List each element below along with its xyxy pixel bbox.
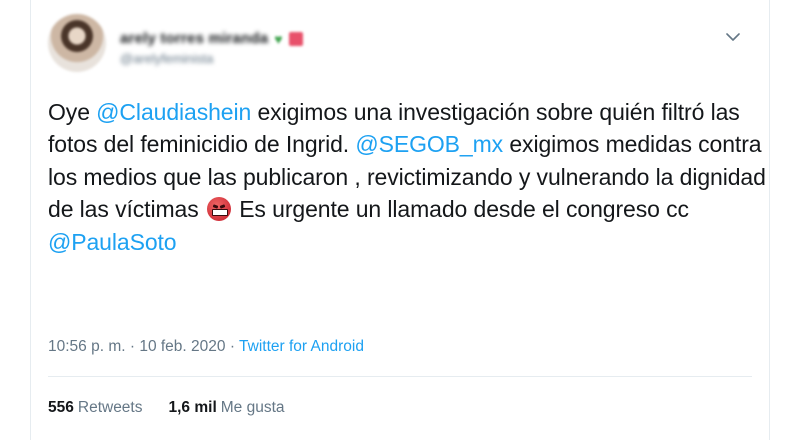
meta-separator: · [225, 338, 240, 355]
tweet-metadata: 10:56 p. m. · 10 feb. 2020 · Twitter for… [48, 338, 364, 356]
tweet-text-segment: Oye [48, 99, 97, 125]
card-border-right [769, 0, 770, 440]
tweet-card: arely torres miranda ♥ @arelyfeminista O… [0, 0, 800, 440]
meta-separator: · [125, 338, 140, 355]
card-border-left [30, 0, 31, 440]
retweets-stat[interactable]: 556 Retweets [48, 399, 143, 417]
angry-face-icon [206, 197, 231, 222]
tweet-date[interactable]: 10 feb. 2020 [139, 338, 225, 355]
green-heart-icon: ♥ [274, 30, 283, 47]
chevron-down-icon[interactable] [724, 28, 742, 46]
avatar[interactable] [48, 14, 106, 72]
divider [48, 376, 752, 377]
likes-stat[interactable]: 1,6 mil Me gusta [169, 399, 285, 417]
mention-link-segob[interactable]: @SEGOB_mx [355, 131, 503, 157]
tweet-source-link[interactable]: Twitter for Android [239, 338, 364, 355]
tweet-text: Oye @Claudiashein exigimos una investiga… [48, 96, 768, 258]
tweet-time[interactable]: 10:56 p. m. [48, 338, 126, 355]
flag-icon [288, 31, 303, 46]
likes-count: 1,6 mil [168, 399, 217, 416]
mention-link-paulasoto[interactable]: @PaulaSoto [48, 229, 177, 255]
mention-link-claudiashein[interactable]: @Claudiashein [96, 99, 251, 125]
retweets-label: Retweets [77, 399, 143, 416]
retweets-count: 556 [48, 399, 74, 416]
tweet-text-segment: Es urgente un llamado desde el congreso … [232, 196, 689, 223]
author-handle[interactable]: @arelyfeminista [120, 51, 213, 66]
author-display-name[interactable]: arely torres miranda [120, 30, 268, 47]
likes-label: Me gusta [220, 399, 285, 416]
engagement-stats: 556 Retweets 1,6 mil Me gusta [48, 399, 285, 417]
author-name-row[interactable]: arely torres miranda ♥ [120, 30, 303, 47]
